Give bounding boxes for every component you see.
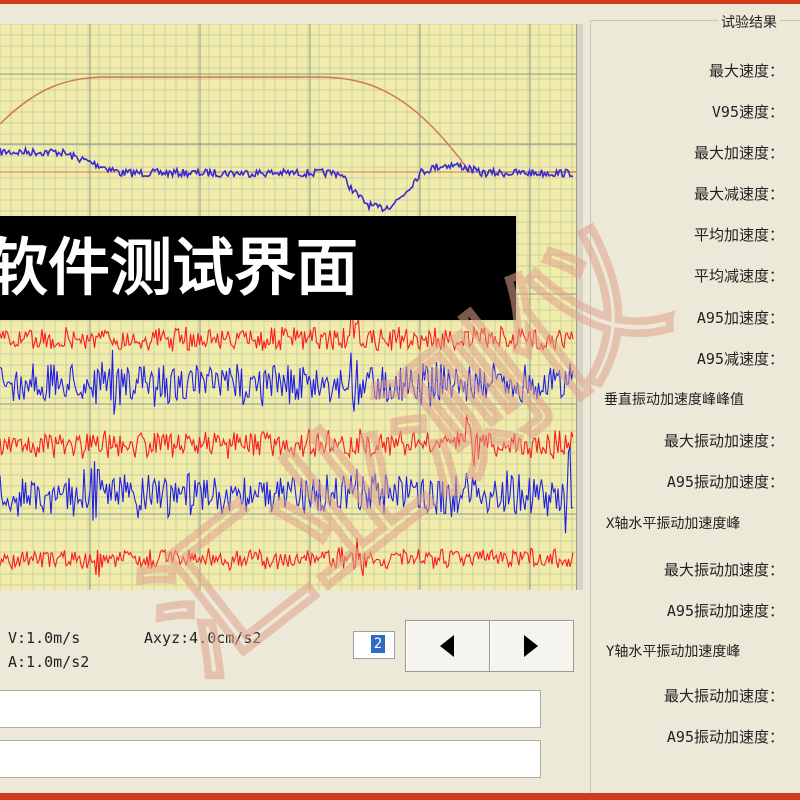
y-axis-vibration-header: Y轴水平振动加速度峰 <box>606 644 741 660</box>
acceleration-scale: A:1.0m/s2 <box>8 653 90 671</box>
info-field-2[interactable] <box>0 740 541 778</box>
result-row-x-max: 最大振动加速度：36 <box>664 559 800 580</box>
triangle-left-icon <box>440 635 454 657</box>
result-label: A95加速度： <box>696 309 784 327</box>
result-label: 最大振动加速度： <box>663 432 784 450</box>
result-label: 最大速度： <box>708 62 784 80</box>
next-page-button[interactable] <box>489 620 574 672</box>
accel-xyz-scale: Axyz:4.0cm/s2 <box>144 629 262 647</box>
result-row-v95-speed: V95速度：1. <box>712 101 800 122</box>
results-title: 试验结果 <box>718 12 780 32</box>
scale-readout: V:1.0m/s Axyz:4.0cm/s2 A:1.0m/s2 <box>0 620 350 680</box>
result-row-max-decel: 最大减速度：0. <box>694 183 800 204</box>
result-row-avg-accel: 平均加速度：0. <box>694 224 800 245</box>
result-row-avg-decel: 平均减速度：0. <box>694 265 800 286</box>
triangle-right-icon <box>524 635 538 657</box>
result-label: 最大振动加速度： <box>663 687 784 705</box>
result-label: A95振动加速度： <box>666 602 784 620</box>
vertical-vibration-header: 垂直振动加速度峰峰值 <box>604 392 744 408</box>
result-label: A95振动加速度： <box>666 473 784 491</box>
result-label: 平均加速度： <box>693 226 784 244</box>
page-number: 2 <box>371 635 385 653</box>
result-label: A95减速度： <box>696 350 784 368</box>
plot-border <box>576 24 583 590</box>
info-field-1[interactable] <box>0 690 541 728</box>
result-row-y-a95: A95振动加速度：8. <box>667 726 800 747</box>
bottom-accent-bar <box>0 793 800 800</box>
result-row-vertical-max: 最大振动加速度：17 <box>664 430 800 451</box>
result-label: 最大加速度： <box>693 144 784 162</box>
result-label: 最大减速度： <box>693 185 784 203</box>
result-label: 最大振动加速度： <box>663 561 784 579</box>
previous-page-button[interactable] <box>405 620 490 672</box>
result-row-a95-accel: A95加速度：0. <box>697 307 800 328</box>
velocity-scale: V:1.0m/s <box>8 629 81 647</box>
x-axis-vibration-header: X轴水平振动加速度峰 <box>606 516 741 532</box>
page-number-field[interactable]: 2 <box>353 631 395 659</box>
result-row-max-speed: 最大速度：1. <box>709 60 800 81</box>
result-label: V95速度： <box>711 103 784 121</box>
result-label: A95振动加速度： <box>666 728 784 746</box>
result-row-a95-decel: A95减速度：0. <box>697 348 800 369</box>
result-row-max-accel: 最大加速度：0. <box>694 142 800 163</box>
result-label: 平均减速度： <box>693 267 784 285</box>
result-row-y-max: 最大振动加速度：16 <box>664 685 800 706</box>
title-overlay: 软件测试界面 <box>0 216 516 320</box>
results-panel: 试验结果 最大速度：1. V95速度：1. 最大加速度：0. 最大减速度：0. … <box>590 4 800 795</box>
result-row-vertical-a95: A95振动加速度：11 <box>667 471 800 492</box>
result-row-x-a95: A95振动加速度：10 <box>667 600 800 621</box>
